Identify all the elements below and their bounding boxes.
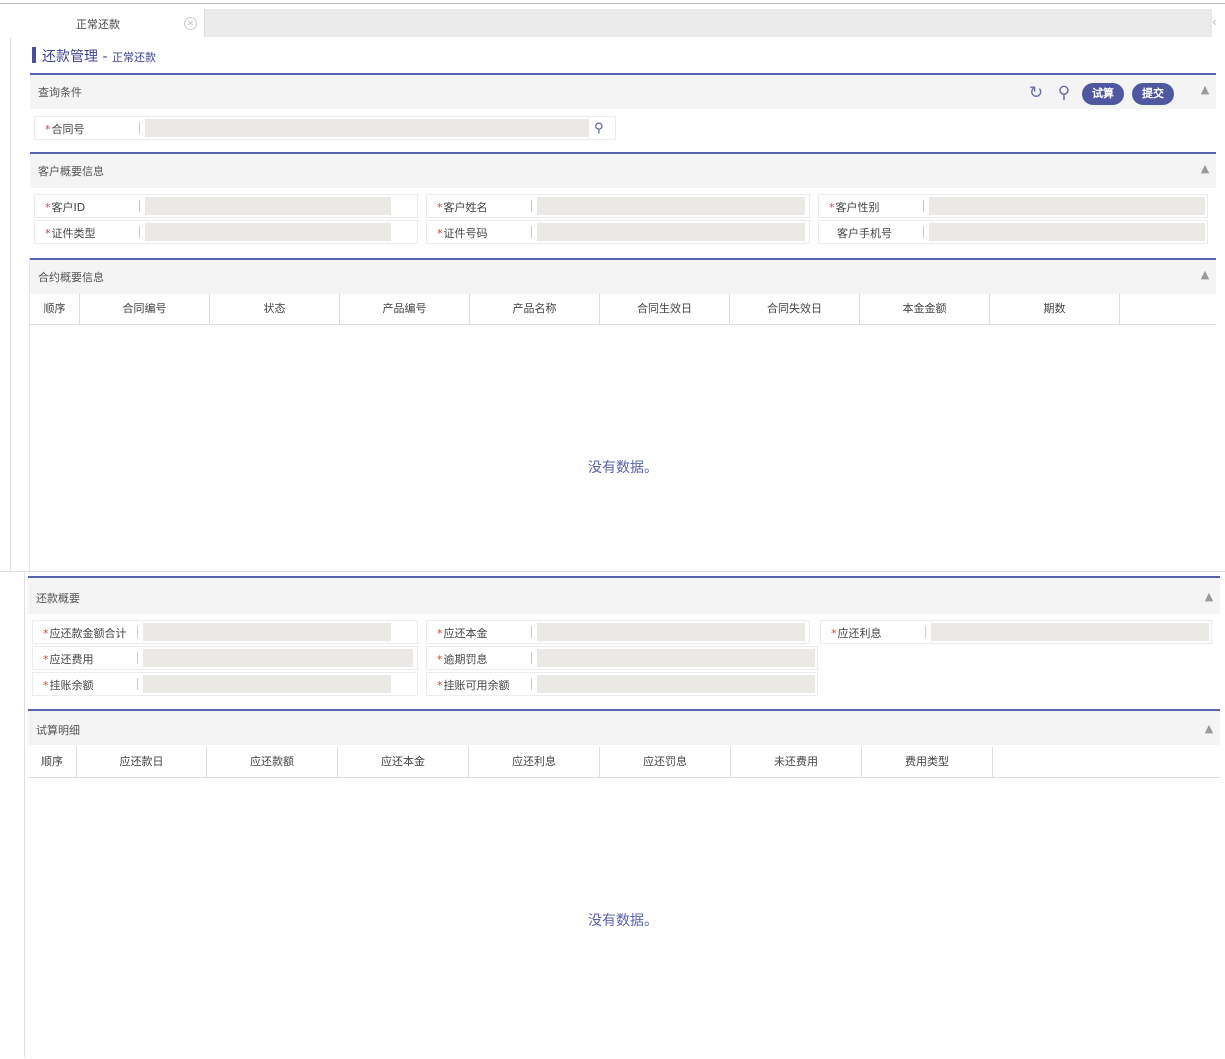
toolbar: ↻ ⚲ 试算 提交	[1026, 83, 1186, 107]
breadcrumb-sub: 正常还款	[111, 51, 156, 64]
column-header[interactable]: 产品名称	[470, 294, 600, 324]
column-header[interactable]: 合同编号	[80, 294, 210, 324]
divider	[0, 571, 1225, 572]
suspense-balance-field: *挂账余额	[32, 672, 418, 696]
panel-title: 还款概要	[36, 592, 80, 605]
column-header[interactable]: 顺序	[30, 294, 80, 324]
id-type-field: *证件类型	[34, 220, 418, 244]
suspense-available-input[interactable]	[537, 675, 815, 693]
trial-detail-header: 试算明细 ▲	[28, 711, 1220, 745]
column-header[interactable]: 产品编号	[340, 294, 470, 324]
customer-name-field: *客户姓名	[426, 194, 810, 218]
column-header[interactable]: 合同失效日	[730, 294, 860, 324]
contract-table-header: 顺序 合同编号 状态 产品编号 产品名称 合同生效日 合同失效日 本金金额 期数	[30, 294, 1216, 325]
contract-info-header: 合约概要信息 ▲	[30, 260, 1216, 294]
breadcrumb-marker	[32, 47, 36, 63]
tab-label: 正常还款	[76, 18, 120, 31]
suspense-available-field: *挂账可用余额	[426, 672, 818, 696]
column-header[interactable]: 合同生效日	[600, 294, 730, 324]
contract-search-icon[interactable]: ⚲	[594, 121, 604, 136]
id-type-input[interactable]	[145, 223, 391, 241]
contract-number-field: *合同号	[34, 116, 616, 140]
collapse-icon[interactable]: ▲	[1202, 722, 1216, 736]
customer-id-field: *客户ID	[34, 194, 418, 218]
overdue-penalty-field: *逾期罚息	[426, 646, 818, 670]
overdue-penalty-input[interactable]	[537, 649, 815, 667]
submit-button[interactable]: 提交	[1132, 83, 1174, 105]
query-panel-header: 查询条件 ↻ ⚲ 试算 提交 ▲	[30, 75, 1216, 109]
breadcrumb: 还款管理 - 正常还款	[42, 46, 156, 66]
query-panel: 查询条件 ↻ ⚲ 试算 提交 ▲ *合同号 ⚲	[30, 73, 1216, 147]
contract-number-input[interactable]	[145, 119, 589, 137]
trial-detail-panel: 试算明细 ▲ 顺序 应还款日 应还款额 应还本金 应还利息 应还罚息 未还费用 …	[28, 709, 1220, 1059]
column-header[interactable]: 应还罚息	[600, 747, 731, 777]
customer-gender-input[interactable]	[929, 197, 1205, 215]
refresh-icon[interactable]: ↻	[1026, 83, 1046, 103]
id-number-field: *证件号码	[426, 220, 810, 244]
suspense-balance-input[interactable]	[143, 675, 391, 693]
empty-message: 没有数据。	[588, 913, 658, 929]
panel-title: 客户概要信息	[38, 165, 104, 178]
empty-message: 没有数据。	[588, 460, 658, 476]
customer-panel: 客户概要信息 ▲ *客户ID *客户姓名 *客户性别 *证件类型 *证件号码 客…	[30, 152, 1216, 252]
panel-title: 试算明细	[36, 724, 80, 737]
field-separator	[139, 122, 140, 134]
column-header[interactable]: 应还款额	[207, 747, 338, 777]
breadcrumb-main: 还款管理	[42, 49, 98, 65]
chevron-left-icon[interactable]: ‹	[1212, 15, 1217, 29]
collapse-icon[interactable]: ▲	[1202, 590, 1216, 604]
search-icon[interactable]: ⚲	[1054, 83, 1074, 103]
customer-id-input[interactable]	[145, 197, 391, 215]
mobile-input[interactable]	[929, 223, 1205, 241]
mobile-field: 客户手机号	[818, 220, 1208, 244]
customer-panel-header: 客户概要信息 ▲	[30, 154, 1216, 188]
principal-due-input[interactable]	[537, 623, 805, 641]
fee-due-input[interactable]	[143, 649, 413, 667]
column-header[interactable]: 未还费用	[731, 747, 862, 777]
column-header[interactable]: 应还款日	[77, 747, 207, 777]
tab-bar: 正常还款 ✕	[12, 9, 1212, 37]
collapse-icon[interactable]: ▲	[1198, 83, 1212, 97]
interest-due-input[interactable]	[931, 623, 1209, 641]
column-header[interactable]: 状态	[210, 294, 340, 324]
column-header[interactable]: 顺序	[28, 747, 77, 777]
outer-left-border	[24, 572, 25, 1057]
trial-table-header: 顺序 应还款日 应还款额 应还本金 应还利息 应还罚息 未还费用 费用类型	[28, 747, 1220, 778]
outer-left-border	[10, 38, 11, 571]
breadcrumb-sep: -	[98, 49, 112, 65]
column-header[interactable]: 期数	[990, 294, 1120, 324]
total-due-field: *应还款金额合计	[32, 620, 418, 644]
customer-gender-field: *客户性别	[818, 194, 1208, 218]
repayment-summary-header: 还款概要 ▲	[28, 578, 1220, 614]
id-number-input[interactable]	[537, 223, 805, 241]
panel-title: 查询条件	[38, 86, 82, 99]
tab-normal-repayment[interactable]: 正常还款 ✕	[12, 9, 205, 37]
calc-button[interactable]: 试算	[1082, 83, 1124, 105]
column-header[interactable]: 本金金额	[860, 294, 990, 324]
column-header[interactable]: 应还本金	[338, 747, 469, 777]
principal-due-field: *应还本金	[426, 620, 810, 644]
top-border	[0, 3, 1225, 4]
customer-name-input[interactable]	[537, 197, 805, 215]
collapse-icon[interactable]: ▲	[1198, 268, 1212, 282]
column-header[interactable]: 费用类型	[862, 747, 993, 777]
contract-info-panel: 合约概要信息 ▲ 顺序 合同编号 状态 产品编号 产品名称 合同生效日 合同失效…	[30, 258, 1216, 572]
close-icon[interactable]: ✕	[184, 17, 197, 30]
panel-title: 合约概要信息	[38, 271, 104, 284]
field-label: *合同号	[45, 123, 85, 136]
fee-due-field: *应还费用	[32, 646, 418, 670]
total-due-input[interactable]	[143, 623, 391, 641]
interest-due-field: *应还利息	[820, 620, 1212, 644]
collapse-icon[interactable]: ▲	[1198, 162, 1212, 176]
repayment-summary-panel: 还款概要 ▲ *应还款金额合计 *应还本金 *应还利息 *应还费用 *逾期罚息 …	[28, 576, 1220, 702]
column-header[interactable]: 应还利息	[469, 747, 600, 777]
